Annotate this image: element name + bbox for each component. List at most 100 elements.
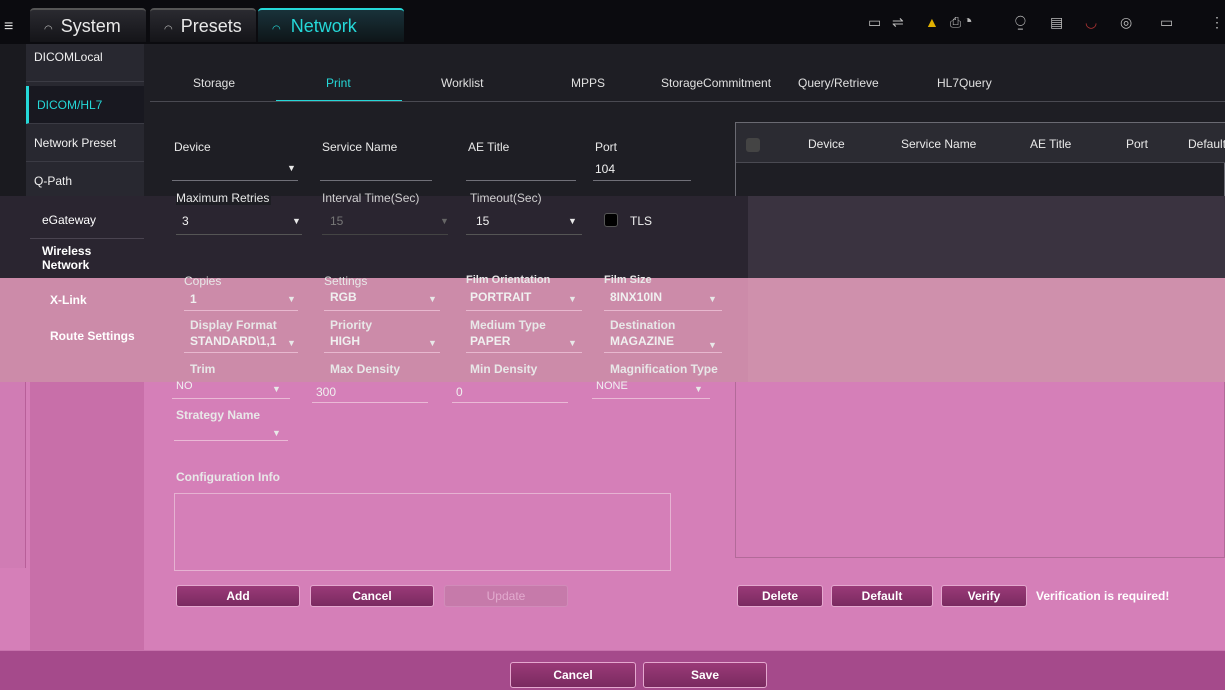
chevron-down-icon: ▼ [287,338,296,348]
min-density-input[interactable]: 0 [456,385,463,399]
cancel-button[interactable]: Cancel [310,585,434,607]
port-input[interactable]: 104 [595,162,615,176]
trim-underline [172,398,290,399]
device-underline [172,180,298,181]
chevron-down-icon: ▼ [428,294,437,304]
film-orientation-underline [466,310,582,311]
strategy-underline [174,440,288,441]
film-size-select[interactable]: 8INX10IN [610,290,662,304]
port-label: Port [595,140,618,154]
grid-header-device[interactable]: Device [808,137,845,151]
sidebar-divider [30,238,144,239]
max-retries-select[interactable]: 3 [182,214,189,228]
tab-query-retrieve[interactable]: Query/Retrieve [798,76,879,90]
tls-checkbox[interactable] [604,213,618,227]
menu-icon[interactable]: ≡ [4,18,13,36]
tab-storage[interactable]: Storage [193,76,235,90]
tab-network[interactable]: ◠ Network [258,8,404,42]
settings-select[interactable]: RGB [330,290,357,304]
max-density-label: Max Density [330,362,401,376]
bottom-cancel-button[interactable]: Cancel [510,662,636,688]
grid-header-service-name[interactable]: Service Name [901,137,976,151]
default-button[interactable]: Default [831,585,933,607]
film-orientation-select[interactable]: PORTRAIT [470,290,531,304]
trim-label: Trim [190,362,216,376]
chevron-down-icon: ▼ [272,384,281,394]
display-format-label: Display Format [190,318,277,332]
grid-lower [735,382,1225,558]
service-name-input[interactable] [320,158,432,180]
more-icon[interactable]: ⋮ [1210,14,1224,31]
max-retries-label: Maximum Retries [176,191,272,205]
service-name-label: Service Name [322,140,398,154]
delete-button[interactable]: Delete [737,585,823,607]
sidebar-item-x-link[interactable]: X-Link [38,282,148,318]
grid-header-port[interactable]: Port [1126,137,1148,151]
verification-message: Verification is required! [1036,589,1170,603]
ae-title-underline [466,180,576,181]
tab-print[interactable]: Print [326,76,351,90]
sidebar-item-egateway[interactable]: eGateway [30,202,140,238]
globe-icon: ◎ [1120,14,1133,30]
wifi-icon: ◡ [1085,14,1098,30]
sidebar-item-route-settings[interactable]: Route Settings [38,318,148,354]
film-orientation-label: Film Orientation [466,274,551,286]
verify-button[interactable]: Verify [941,585,1027,607]
interval-underline [322,234,448,235]
device-dropdown[interactable] [172,158,298,180]
timeout-underline [466,234,582,235]
copies-underline [184,310,298,311]
grid-header-ae-title[interactable]: AE Title [1030,137,1071,151]
top-bar: ≡ ◠ System ◠ Presets ◠ Network ▭ ⇌ ▲ ⎙ ◔ ⍜ … [0,0,1225,44]
copies-select[interactable]: 1 [190,292,197,306]
medium-type-underline [466,352,582,353]
magnification-underline [592,398,710,399]
grid-header-default[interactable]: Default [1188,137,1225,151]
chevron-down-icon: ▼ [272,428,281,438]
chevron-down-icon: ▼ [708,294,717,304]
destination-select[interactable]: MAGAZINE [610,334,674,348]
destination-label: Destination [610,318,676,332]
tab-hl7query[interactable]: HL7Query [937,76,992,90]
sidebar-lower [30,382,144,650]
mouse-icon: ⍜ [1015,11,1026,31]
min-density-underline [452,402,568,403]
chevron-down-icon: ▼ [440,216,449,226]
sidebar-item-q-path[interactable]: Q-Path [26,162,144,200]
tls-label: TLS [630,214,653,228]
overlay-band-pink-right [748,278,1225,382]
interval-label: Interval Time(Sec) [322,191,420,205]
save-button[interactable]: Save [643,662,767,688]
sidebar-item-dicomlocal[interactable]: DICOMLocal [26,50,144,82]
max-density-input[interactable]: 300 [316,385,336,399]
copies-label: Copies [184,274,222,288]
service-name-underline [320,180,432,181]
config-info-textarea[interactable] [174,493,671,571]
priority-select[interactable]: HIGH [330,334,360,348]
tab-system[interactable]: ◠ System [30,8,146,42]
sidebar-item-network-preset[interactable]: Network Preset [26,124,144,162]
medium-type-label: Medium Type [470,318,546,332]
sidebar-item-wireless-network[interactable]: Wireless Network [30,240,140,276]
magnification-type-select[interactable]: NONE [596,380,628,392]
tab-worklist[interactable]: Worklist [441,76,483,90]
tab-storagecommitment[interactable]: StorageCommitment [661,76,771,90]
display-format-select[interactable]: STANDARD\1,1 [190,334,276,348]
timeout-label: Timeout(Sec) [470,191,542,205]
network-icon: ▭ [868,14,882,30]
printer-icon: ⎙ [950,14,962,30]
trim-select[interactable]: NO [176,380,193,392]
warning-icon: ▲ [925,14,939,30]
chevron-down-icon: ▼ [568,216,577,226]
medium-type-select[interactable]: PAPER [470,334,510,348]
sidebar-item-dicom-hl7[interactable]: DICOM/HL7 [26,86,144,124]
timeout-select[interactable]: 15 [476,214,489,228]
tab-icon: ◠ [44,24,53,35]
add-button[interactable]: Add [176,585,300,607]
select-all-checkbox[interactable] [746,138,760,152]
ae-title-input[interactable] [466,158,576,180]
tab-presets[interactable]: ◠ Presets [150,8,256,42]
chevron-down-icon: ▼ [568,338,577,348]
tab-mpps[interactable]: MPPS [571,76,605,90]
priority-label: Priority [330,318,373,332]
